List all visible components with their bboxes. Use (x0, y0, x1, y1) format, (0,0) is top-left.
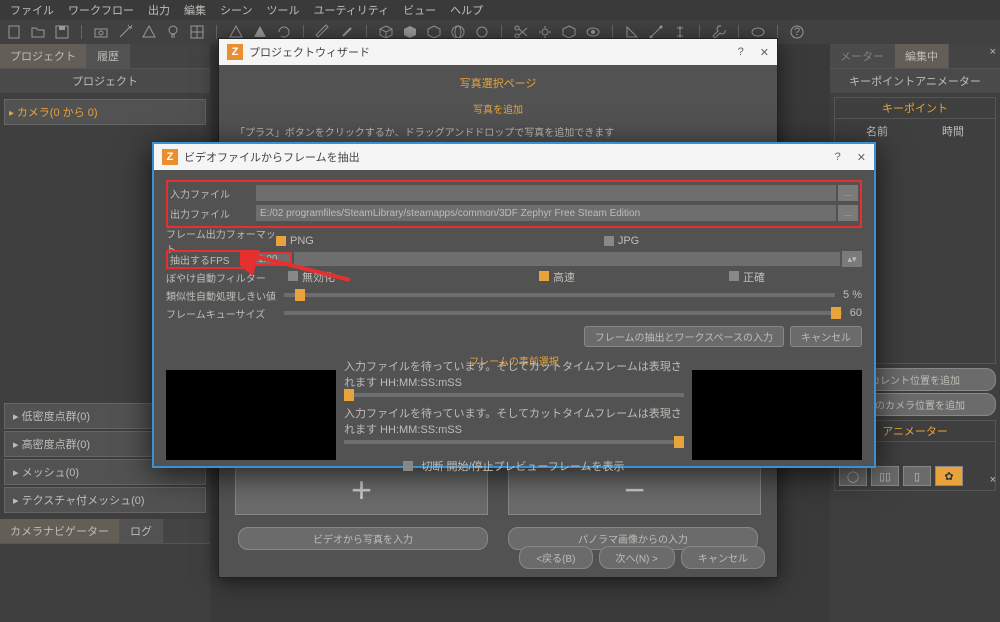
queue-value: 60 (850, 307, 862, 319)
jpg-checkbox[interactable] (604, 236, 614, 246)
name-col: 名前 (866, 123, 888, 139)
keypoint-header: キーポイント (835, 98, 995, 119)
back-button[interactable]: <戻る(B) (519, 546, 592, 569)
extract-button[interactable]: フレームの抽出とワークスペースの入力 (584, 326, 784, 347)
kp-animator-title: キーポイントアニメーター (830, 69, 1000, 93)
end-slider[interactable] (344, 440, 684, 444)
wizard-header: 写真選択ページ (219, 65, 777, 101)
open-icon[interactable] (30, 24, 46, 40)
tab-history[interactable]: 履歴 (87, 44, 130, 68)
filter-off-label: 無効化 (302, 272, 335, 284)
io-group: 入力ファイル … 出力ファイル E:/02 programfiles/Steam… (166, 180, 862, 228)
tab-meter[interactable]: メーター (830, 44, 895, 68)
png-label: PNG (290, 235, 314, 247)
fps-label: 抽出するFPS (166, 250, 252, 269)
video-dialog-title: ビデオファイルからフレームを抽出 (184, 149, 360, 165)
camera-count[interactable]: ▸ カメラ(0 から 0) (4, 99, 206, 125)
wand-icon[interactable] (117, 24, 133, 40)
input-file-label: 入力ファイル (170, 186, 256, 201)
filter-off-radio[interactable] (288, 271, 298, 281)
tab-camnav[interactable]: カメラナビゲーター (0, 519, 120, 543)
similarity-slider[interactable] (284, 293, 835, 297)
similarity-value: 5 % (843, 289, 862, 301)
menu-scene[interactable]: シーン (214, 0, 258, 20)
menu-output[interactable]: 出力 (142, 0, 176, 20)
menu-workflow[interactable]: ワークフロー (62, 0, 140, 20)
fps-input[interactable]: 1.00 (252, 252, 292, 266)
time-col: 時間 (942, 123, 964, 139)
close-button[interactable]: ✕ (760, 46, 769, 59)
output-file-field[interactable]: E:/02 programfiles/SteamLibrary/steamapp… (256, 205, 836, 221)
help-icon[interactable]: ? (789, 24, 805, 40)
start-slider[interactable] (344, 393, 684, 397)
filter-fine-label: 正確 (743, 272, 765, 284)
tab-project[interactable]: プロジェクト (0, 44, 87, 68)
warn-icon[interactable] (141, 24, 157, 40)
settings-button[interactable]: ✿ (935, 466, 963, 486)
preview-toggle-checkbox[interactable] (403, 461, 413, 471)
queue-label: フレームキューサイズ (166, 306, 276, 321)
wait-msg-1: 入力ファイルを待っています。そしてカットタイムフレームは表現されます HH:MM… (344, 358, 684, 390)
bulb-icon[interactable] (165, 24, 181, 40)
menubar: ファイル ワークフロー 出力 編集 シーン ツール ユーティリティ ビュー ヘル… (0, 0, 1000, 20)
input-file-field[interactable] (256, 185, 836, 201)
tab-editing[interactable]: 編集中 (895, 44, 949, 68)
grid-icon[interactable] (189, 24, 205, 40)
preview-end-image (692, 370, 862, 460)
fps-stepper[interactable]: ▴▾ (842, 251, 862, 267)
help-button[interactable]: ? (738, 46, 744, 59)
menu-help[interactable]: ヘルプ (444, 0, 489, 20)
zephyr-icon: Z (162, 149, 178, 165)
output-file-label: 出力ファイル (170, 206, 256, 221)
project-title: プロジェクト (0, 69, 210, 93)
stop-button[interactable]: ▯ (903, 466, 931, 486)
video-help-button[interactable]: ? (835, 151, 841, 164)
wizard-title: プロジェクトウィザード (249, 44, 370, 60)
textured-mesh-item[interactable]: ▸ テクスチャ付メッシュ(0) (4, 487, 206, 513)
queue-slider[interactable] (284, 311, 842, 315)
video-close-button[interactable]: ✕ (857, 151, 866, 164)
menu-tool[interactable]: ツール (260, 0, 305, 20)
zephyr-icon: Z (227, 44, 243, 60)
output-browse-button[interactable]: … (838, 205, 858, 221)
filter-fast-radio[interactable] (539, 271, 549, 281)
tab-log[interactable]: ログ (120, 519, 163, 543)
filter-fine-radio[interactable] (729, 271, 739, 281)
save-icon[interactable] (54, 24, 70, 40)
menu-view[interactable]: ビュー (397, 0, 442, 20)
menu-utility[interactable]: ユーティリティ (307, 0, 395, 20)
wait-msg-2: 入力ファイルを待っています。そしてカットタイムフレームは表現されます HH:MM… (344, 405, 684, 437)
svg-text:?: ? (794, 26, 800, 38)
video-import-button[interactable]: ビデオから写真を入力 (238, 527, 488, 550)
video-titlebar: Z ビデオファイルからフレームを抽出 ? ✕ (154, 144, 874, 170)
jpg-label: JPG (618, 235, 639, 247)
png-checkbox[interactable] (276, 236, 286, 246)
wizard-titlebar: Z プロジェクトウィザード ? ✕ (219, 39, 777, 65)
menu-file[interactable]: ファイル (4, 0, 60, 20)
preview-toggle-label: 切断 開始/停止プレビューフレームを表示 (421, 458, 624, 474)
preview-start-image (166, 370, 336, 460)
pause-button[interactable]: ▯▯ (871, 466, 899, 486)
wizard-subheader: 写真を追加 (219, 101, 777, 116)
video-cancel-button[interactable]: キャンセル (790, 326, 862, 347)
similarity-label: 類似性自動処理しきい値 (166, 288, 276, 303)
video-extract-dialog: Z ビデオファイルからフレームを抽出 ? ✕ 入力ファイル … 出力ファイル E… (152, 142, 876, 468)
filter-label: ぼやけ自動フィルター (166, 270, 276, 285)
new-icon[interactable] (6, 24, 22, 40)
menu-edit[interactable]: 編集 (178, 0, 212, 20)
filter-fast-label: 高速 (553, 272, 575, 284)
next-button[interactable]: 次へ(N) > (599, 546, 676, 569)
wizard-cancel-button[interactable]: キャンセル (681, 546, 765, 569)
close-icon[interactable]: × (990, 46, 996, 58)
camera-icon[interactable] (93, 24, 109, 40)
close-icon2[interactable]: × (990, 474, 996, 486)
input-browse-button[interactable]: … (838, 185, 858, 201)
